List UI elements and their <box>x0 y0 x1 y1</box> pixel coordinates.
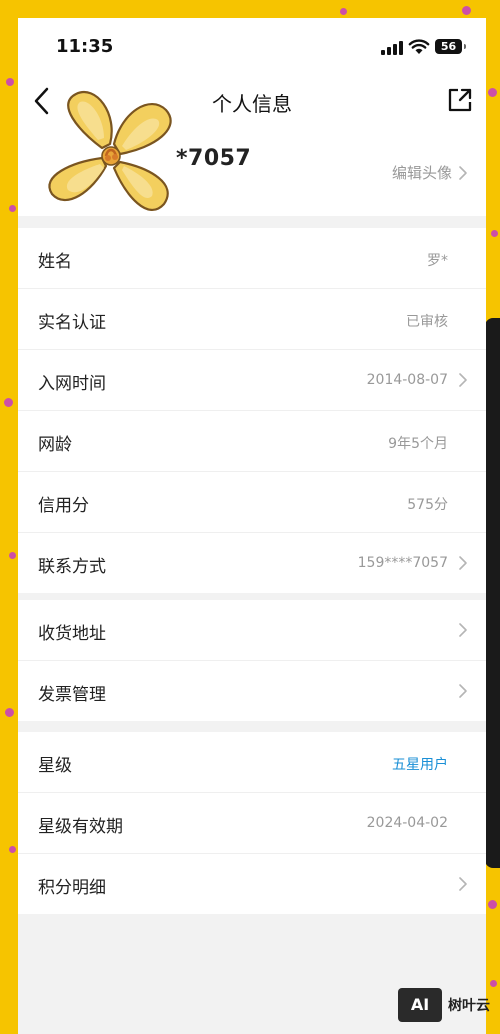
edit-avatar-label: 编辑头像 <box>391 164 452 182</box>
chevron-right-icon <box>459 877 467 891</box>
row-points-label: 积分明细 <box>38 878 106 898</box>
chevron-right-icon <box>459 373 467 387</box>
profile-card: *7057 编辑头像 <box>18 91 486 216</box>
watermark-logo: AI <box>398 988 442 1022</box>
row-network-age-value: 9年5个月 <box>388 436 448 452</box>
row-name: 姓名 罗* <box>18 228 486 289</box>
row-credit-score-label: 信用分 <box>38 496 89 516</box>
chevron-right-icon <box>459 684 467 698</box>
info-group-basic: 姓名 罗* 实名认证 已审核 入网时间 2014-08-07 网龄 9年5个月 … <box>18 228 486 593</box>
row-join-date-value: 2014-08-07 <box>366 372 448 388</box>
row-invoice-label: 发票管理 <box>38 685 106 705</box>
flower-avatar[interactable] <box>38 86 190 226</box>
row-contact[interactable]: 联系方式 159****7057 <box>18 533 486 593</box>
row-credit-score-value: 575分 <box>407 497 448 513</box>
row-join-date[interactable]: 入网时间 2014-08-07 <box>18 350 486 411</box>
row-name-value: 罗* <box>427 253 448 269</box>
row-star-validity: 星级有效期 2024-04-02 <box>18 793 486 854</box>
row-credit-score: 信用分 575分 <box>18 472 486 533</box>
signal-icon <box>381 41 403 55</box>
row-contact-value: 159****7057 <box>357 555 448 571</box>
row-join-date-label: 入网时间 <box>38 374 106 394</box>
row-shipping-address-label: 收货地址 <box>38 624 106 644</box>
row-verification-value: 已审核 <box>406 314 448 330</box>
watermark-text: 树叶云 <box>448 998 490 1014</box>
phone-screen: 11:35 56 个人信息 *7057 编辑头像 姓名 罗* 实名认证 已审核 … <box>18 18 486 1034</box>
info-group-address: 收货地址 发票管理 <box>18 600 486 721</box>
row-star-level-value: 五星用户 <box>392 757 448 773</box>
edit-avatar-link[interactable]: 编辑头像 <box>392 162 468 183</box>
share-icon[interactable] <box>446 86 474 114</box>
info-group-star: 星级 五星用户 星级有效期 2024-04-02 积分明细 <box>18 732 486 914</box>
row-verification-label: 实名认证 <box>38 313 106 333</box>
chevron-right-icon <box>459 623 467 637</box>
status-time: 11:35 <box>56 36 114 57</box>
row-star-level: 星级 五星用户 <box>18 732 486 793</box>
wifi-icon <box>408 39 430 54</box>
row-star-level-label: 星级 <box>38 756 72 776</box>
watermark: AI 树叶云 <box>398 988 490 1022</box>
chevron-right-icon <box>459 556 467 570</box>
row-star-validity-label: 星级有效期 <box>38 817 123 837</box>
row-name-label: 姓名 <box>38 252 72 272</box>
row-shipping-address[interactable]: 收货地址 <box>18 600 486 661</box>
battery-icon: 56 <box>435 39 466 54</box>
background-photo <box>485 318 500 868</box>
row-network-age: 网龄 9年5个月 <box>18 411 486 472</box>
row-invoice[interactable]: 发票管理 <box>18 661 486 721</box>
row-contact-label: 联系方式 <box>38 557 106 577</box>
row-star-validity-value: 2024-04-02 <box>366 815 448 831</box>
chevron-right-icon <box>459 165 467 180</box>
row-network-age-label: 网龄 <box>38 435 72 455</box>
row-verification: 实名认证 已审核 <box>18 289 486 350</box>
status-bar: 11:35 56 <box>18 18 486 76</box>
row-points[interactable]: 积分明细 <box>18 854 486 914</box>
